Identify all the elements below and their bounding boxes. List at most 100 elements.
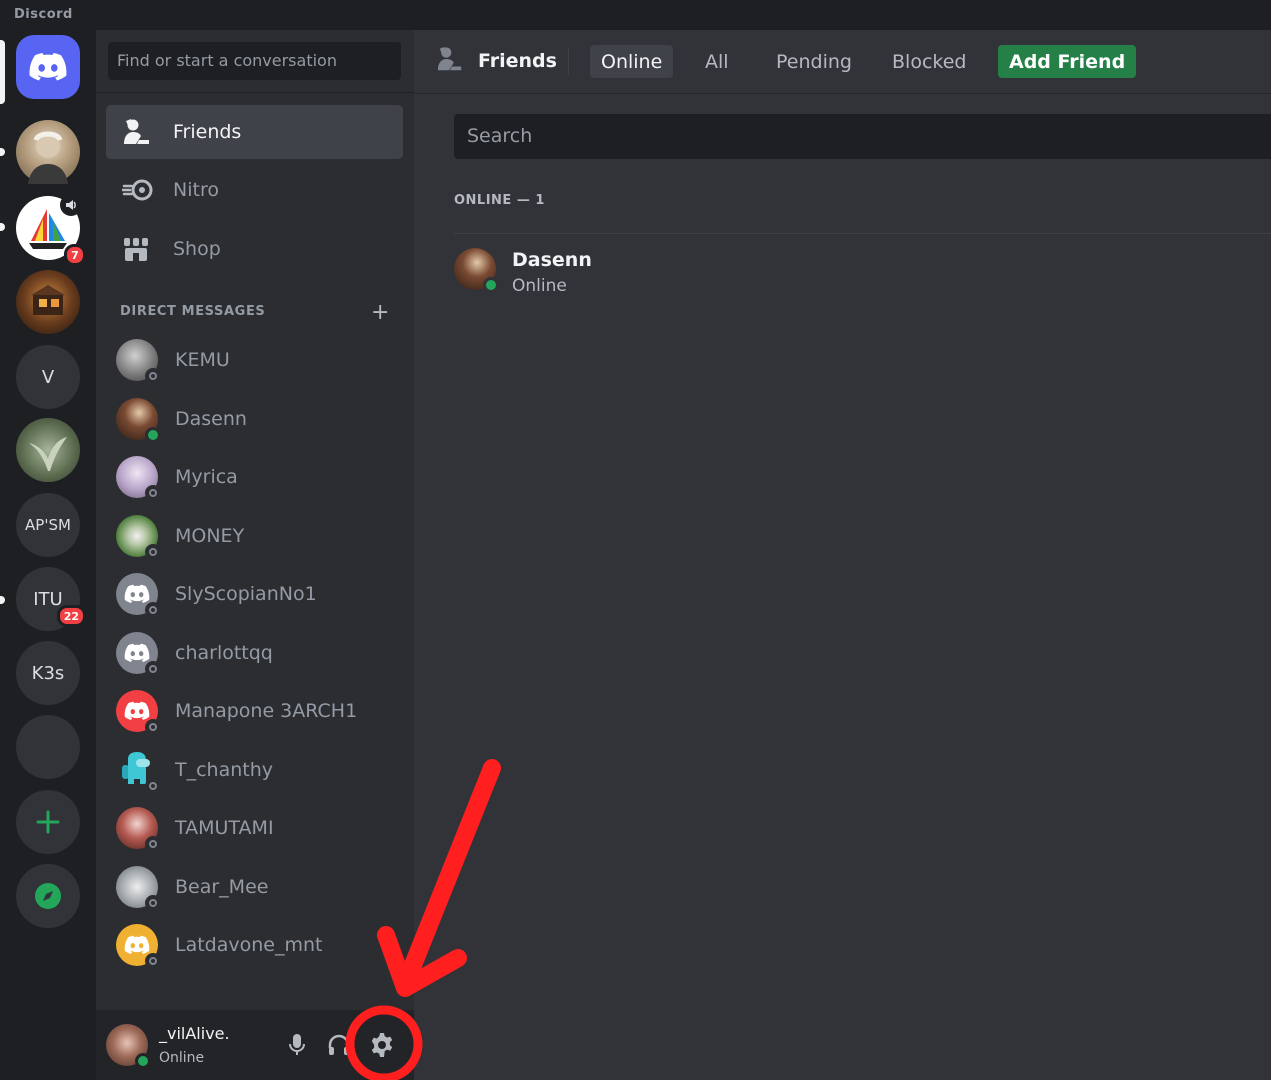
dm-name: SlyScopianNo1 — [175, 583, 317, 605]
friends-title: Friends — [436, 44, 557, 78]
friends-toolbar: Friends Online All Pending Blocked Add F… — [414, 30, 1271, 94]
dm-item-charlottqq[interactable]: charlottqq — [106, 626, 403, 680]
tab-all[interactable]: All — [694, 45, 740, 78]
dm-name: KEMU — [175, 349, 230, 371]
discord-default-avatar-icon — [124, 701, 150, 720]
dm-item-dasenn[interactable]: Dasenn — [106, 392, 403, 446]
mute-microphone-button[interactable] — [282, 1030, 312, 1060]
dm-name: T_chanthy — [175, 759, 274, 781]
gear-icon — [371, 1033, 393, 1057]
server-icon-5[interactable] — [16, 418, 80, 482]
avatar — [116, 632, 161, 677]
page-title: Friends — [478, 50, 557, 72]
tab-online[interactable]: Online — [590, 45, 674, 78]
server-icon-itu[interactable]: ITU 22 — [16, 567, 86, 631]
speaker-icon — [60, 194, 82, 216]
username: _vilAlive. — [159, 1024, 230, 1043]
server-icon-3[interactable] — [16, 270, 80, 334]
shop-icon — [122, 234, 156, 264]
dm-item-tamutami[interactable]: TAMUTAMI — [106, 801, 403, 855]
server-initial: V — [41, 366, 55, 388]
dm-item-bear-mee[interactable]: Bear_Mee — [106, 860, 403, 914]
status-indicator — [145, 778, 161, 794]
avatar — [116, 398, 161, 443]
avatar — [116, 749, 161, 794]
tab-pending[interactable]: Pending — [765, 45, 863, 78]
status-indicator — [145, 895, 161, 911]
plus-icon — [36, 810, 60, 834]
dm-item-t-chanthy[interactable]: T_chanthy — [106, 743, 403, 797]
server-initial: K3s — [31, 662, 65, 684]
nav-label: Friends — [173, 121, 242, 143]
server-icon-v[interactable]: V — [16, 345, 80, 409]
add-server-button[interactable] — [16, 790, 80, 854]
user-panel: _vilAlive. Online — [96, 1010, 414, 1080]
create-dm-plus-icon[interactable]: + — [371, 300, 390, 325]
avatar — [116, 456, 161, 501]
avatar — [116, 573, 161, 618]
dm-item-latdavone-mnt[interactable]: Latdavone_mnt — [106, 918, 403, 972]
dm-item-kemu[interactable]: KEMU — [106, 333, 403, 387]
user-avatar[interactable] — [106, 1024, 151, 1069]
dm-name: TAMUTAMI — [175, 817, 274, 839]
tab-blocked[interactable]: Blocked — [881, 45, 977, 78]
find-conversation-input[interactable]: Find or start a conversation — [108, 42, 401, 80]
dm-item-slyscopianno1[interactable]: SlyScopianNo1 — [106, 567, 403, 621]
avatar — [116, 866, 161, 911]
server-icon-apsm[interactable]: AP'SM — [16, 493, 80, 557]
status-indicator — [145, 368, 161, 384]
search-friends-input[interactable]: Search — [454, 114, 1271, 159]
server-icon-blank[interactable] — [16, 715, 80, 779]
add-friend-button[interactable]: Add Friend — [998, 45, 1137, 78]
discord-default-avatar-icon — [124, 584, 150, 603]
dm-item-manapone-3arch1[interactable]: Manapone 3ARCH1 — [106, 684, 403, 738]
room-image-icon — [31, 285, 65, 315]
status-indicator — [145, 719, 161, 735]
dm-name: Dasenn — [175, 408, 247, 430]
status-indicator — [145, 836, 161, 852]
user-status: Online — [159, 1050, 205, 1066]
nitro-icon — [122, 175, 156, 205]
dm-name: Myrica — [175, 466, 238, 488]
unread-indicator — [0, 596, 5, 604]
explore-servers-button[interactable] — [16, 864, 80, 928]
deafen-button[interactable] — [324, 1030, 354, 1060]
status-indicator — [483, 277, 499, 293]
user-settings-button[interactable] — [367, 1030, 397, 1060]
friends-main: Friends Online All Pending Blocked Add F… — [414, 30, 1271, 1080]
discord-logo-icon — [29, 53, 67, 81]
discord-default-avatar-icon — [124, 935, 150, 954]
home-button[interactable] — [16, 35, 80, 99]
dm-item-myrica[interactable]: Myrica — [106, 450, 403, 504]
nav-item-nitro[interactable]: Nitro — [106, 163, 403, 217]
friend-row-dasenn[interactable]: Dasenn Online — [454, 248, 1244, 310]
status-indicator — [145, 602, 161, 618]
avatar — [116, 924, 161, 969]
nav-item-shop[interactable]: Shop — [106, 222, 403, 276]
nav-item-friends[interactable]: Friends — [106, 105, 403, 159]
status-indicator — [135, 1053, 151, 1069]
portrait-avatar-icon — [28, 131, 68, 184]
plant-image-icon — [29, 437, 67, 471]
nav-label: Nitro — [173, 179, 219, 201]
unread-badge: 22 — [56, 605, 86, 627]
server-icon-k3s[interactable]: K3s — [16, 641, 80, 705]
discord-default-avatar-icon — [124, 643, 150, 662]
dm-header-label: DIRECT MESSAGES — [120, 304, 266, 319]
avatar — [116, 807, 161, 852]
status-indicator — [145, 485, 161, 501]
status-indicator — [145, 427, 161, 443]
compass-icon — [35, 883, 61, 909]
direct-messages-header: DIRECT MESSAGES + — [120, 300, 390, 325]
dm-item-money[interactable]: MONEY — [106, 509, 403, 563]
friends-icon — [122, 117, 156, 147]
server-rail: 7 V AP'SM ITU 22 K3s — [0, 30, 96, 1080]
server-icon-2[interactable]: 7 — [16, 194, 86, 266]
friends-icon — [436, 45, 464, 78]
server-icon-1[interactable] — [16, 120, 80, 184]
friend-status: Online — [512, 276, 567, 296]
status-indicator — [145, 661, 161, 677]
dm-name: Latdavone_mnt — [175, 934, 323, 956]
server-initial: ITU — [33, 588, 63, 610]
divider — [454, 233, 1271, 234]
